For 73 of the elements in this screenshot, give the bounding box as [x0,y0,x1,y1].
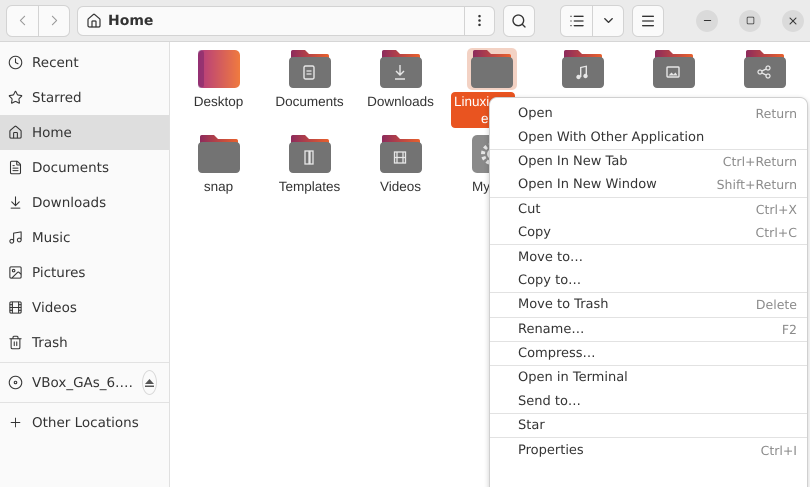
menu-item[interactable]: Copy to… [490,268,807,292]
menu-item[interactable]: Open in Terminal [490,366,807,390]
file-name[interactable]: Videos [376,177,424,196]
folder-icon [288,134,332,174]
folder-icon [652,49,696,89]
home-icon [86,12,102,28]
sidebar-item[interactable]: Home [0,115,169,150]
sidebar-item[interactable]: Documents [0,150,169,185]
menu-item[interactable]: Open With Other Application [490,125,807,149]
folder-icon [560,49,604,89]
sidebar-item[interactable]: Pictures [0,255,169,290]
close-button[interactable] [782,10,804,32]
sidebar-item[interactable]: VBox_GAs_6.… [8,374,133,390]
file-name[interactable]: Downloads [364,92,437,111]
maximize-icon [746,16,754,25]
menu-item[interactable]: Send to… [490,390,807,414]
shortcut-label: Delete [756,297,797,312]
menu-item[interactable]: Cut Ctrl+X [490,198,807,221]
home-icon [8,125,23,140]
menu-item[interactable]: Move to Trash Delete [490,293,807,317]
shortcut-label: Shift+Return [716,177,797,192]
file-name[interactable]: snap [200,177,236,196]
shortcut-label: Ctrl+I [760,442,797,458]
menu-item[interactable]: Open In New Window Shift+Return [490,173,807,197]
clock-icon [8,55,23,70]
menu-item[interactable]: Properties Ctrl+I [490,438,807,462]
folder-icon [378,134,422,174]
folder-icon [378,49,422,89]
menu-item[interactable]: Compress… [490,342,807,366]
shortcut-label: Ctrl+C [756,225,797,240]
folder-icon [196,134,240,174]
close-icon [787,14,799,26]
search-button[interactable] [503,4,535,36]
file-name[interactable]: Templates [276,177,344,196]
search-icon [511,12,527,28]
sidebar-item[interactable]: Recent [0,45,169,80]
shortcut-label: Ctrl+X [756,202,797,217]
star-icon [8,90,23,105]
sidebar-item[interactable]: Downloads [0,185,169,220]
file-name[interactable]: My [469,177,493,196]
menu-item[interactable]: Copy Ctrl+C [490,220,807,244]
maximize-button[interactable] [739,10,761,32]
shortcut-label: F2 [782,322,797,337]
folder-icon [470,49,514,89]
folder-icon [742,49,786,89]
eject-button[interactable] [142,370,157,395]
shortcut-label: Ctrl+Return [722,154,797,169]
sidebar-item[interactable]: Other Locations [0,405,169,440]
sidebar-item[interactable]: Music [0,220,169,255]
file-name[interactable]: Documents [272,92,347,111]
music-note-icon [8,230,23,245]
shortcut-label: Return [756,106,797,122]
sidebar-item[interactable]: Starred [0,80,169,115]
menu-icon [640,12,656,28]
menu-item[interactable]: Star [490,414,807,438]
trash-icon [8,335,23,350]
file-name[interactable]: Desktop [190,92,246,111]
eject-icon [144,378,154,386]
menu-item[interactable]: Open In New Tab Ctrl+Return [490,150,807,174]
folder-icon [288,49,332,89]
download-icon [8,195,23,210]
menu-item[interactable]: Move to… [490,245,807,269]
sidebar-item[interactable]: Videos [0,290,169,325]
list-icon [568,12,584,28]
plus-icon [8,415,23,430]
menu-button[interactable] [632,4,664,36]
film-icon [8,300,23,315]
disc-icon [8,375,23,390]
document-icon [8,160,23,175]
image-icon [8,265,23,280]
desktop-folder-icon [196,49,240,89]
menu-item[interactable]: Rename… F2 [490,318,807,341]
sidebar-item[interactable]: Trash [0,325,169,360]
